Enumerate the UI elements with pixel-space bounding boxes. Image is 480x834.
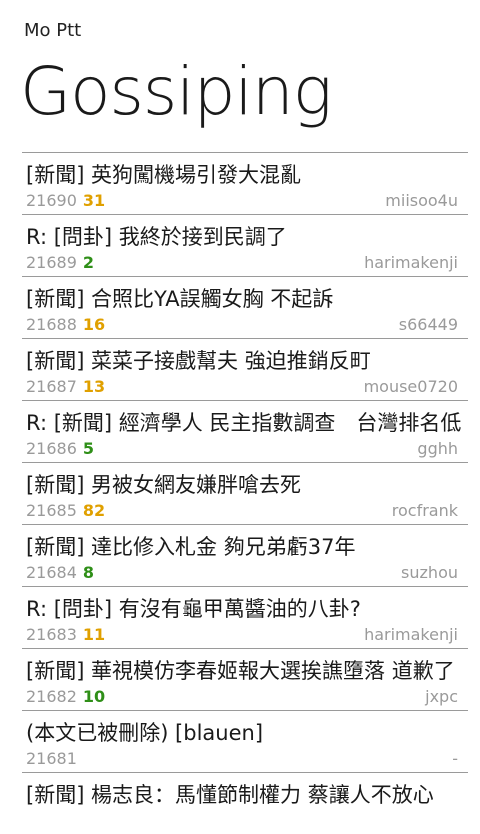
article-id: 21690 <box>26 191 77 210</box>
list-item[interactable]: R: [問卦] 我終於接到民調了 21689 2 harimakenji <box>22 214 468 276</box>
article-meta: 21686 5 <box>26 439 94 458</box>
list-item[interactable]: [新聞] 菜菜子接戲幫夫 強迫推銷反町 21687 13 mouse0720 <box>22 338 468 400</box>
push-count: 31 <box>82 191 106 210</box>
article-meta: 21682 10 <box>26 687 105 706</box>
push-count: 2 <box>82 253 95 272</box>
article-id: 21685 <box>26 501 77 520</box>
list-item[interactable]: R: [問卦] 有沒有龜甲萬醬油的八卦? 21683 11 harimakenji <box>22 586 468 648</box>
article-id: 21688 <box>26 315 77 334</box>
article-id: 21682 <box>26 687 77 706</box>
article-author: suzhou <box>401 563 458 582</box>
article-id: 21686 <box>26 439 77 458</box>
article-author: jxpc <box>425 687 458 706</box>
list-item[interactable]: R: [新聞] 經濟學人 民主指數調查 台灣排名低 21686 5 gghh <box>22 400 468 462</box>
article-id: 21683 <box>26 625 77 644</box>
push-count: 82 <box>82 501 106 520</box>
list-item[interactable]: (本文已被刪除) [blauen] 21681 - <box>22 710 468 772</box>
article-title: [新聞] 合照比YA誤觸女胸 不起訴 <box>26 287 334 311</box>
article-meta: 21685 82 <box>26 501 105 520</box>
push-count: 10 <box>82 687 106 706</box>
article-title: (本文已被刪除) [blauen] <box>26 721 264 745</box>
article-title: [新聞] 楊志良：馬懂節制權力 蔡讓人不放心 <box>26 783 434 807</box>
article-meta: 21684 8 <box>26 563 94 582</box>
article-meta: 21690 31 <box>26 191 105 210</box>
article-meta: 21688 16 <box>26 315 105 334</box>
list-item[interactable]: [新聞] 男被女網友嫌胖嗆去死 21685 82 rocfrank <box>22 462 468 524</box>
article-author: rocfrank <box>391 501 458 520</box>
article-title: R: [新聞] 經濟學人 民主指數調查 台灣排名低 <box>26 411 462 435</box>
list-item[interactable]: [新聞] 達比修入札金 夠兄弟虧37年 21684 8 suzhou <box>22 524 468 586</box>
article-id: 21689 <box>26 253 77 272</box>
article-title: [新聞] 達比修入札金 夠兄弟虧37年 <box>26 535 356 559</box>
article-title: [新聞] 華視模仿李春姬報大選挨譙墮落 道歉了 <box>26 659 455 683</box>
article-author: - <box>452 749 458 768</box>
article-author: gghh <box>417 439 458 458</box>
article-title: [新聞] 菜菜子接戲幫夫 強迫推銷反町 <box>26 349 371 373</box>
article-author: harimakenji <box>364 253 458 272</box>
article-id: 21687 <box>26 377 77 396</box>
article-author: mouse0720 <box>363 377 458 396</box>
article-title: [新聞] 英狗闖機場引發大混亂 <box>26 163 302 187</box>
list-item[interactable]: [新聞] 華視模仿李春姬報大選挨譙墮落 道歉了 21682 10 jxpc <box>22 648 468 710</box>
article-meta: 21683 11 <box>26 625 105 644</box>
article-title: R: [問卦] 我終於接到民調了 <box>26 225 287 249</box>
push-count: 16 <box>82 315 106 334</box>
push-count: 8 <box>82 563 95 582</box>
list-item[interactable]: [新聞] 英狗闖機場引發大混亂 21690 31 miisoo4u <box>22 152 468 214</box>
article-author: miisoo4u <box>385 191 458 210</box>
article-title: R: [問卦] 有沒有龜甲萬醬油的八卦? <box>26 597 361 621</box>
push-count: 5 <box>82 439 95 458</box>
article-id: 21684 <box>26 563 77 582</box>
article-list: [新聞] 英狗闖機場引發大混亂 21690 31 miisoo4u R: [問卦]… <box>22 152 468 834</box>
article-meta: 21681 <box>26 749 83 768</box>
article-id: 21681 <box>26 749 77 768</box>
article-meta: 21687 13 <box>26 377 105 396</box>
list-item[interactable]: [新聞] 合照比YA誤觸女胸 不起訴 21688 16 s66449 <box>22 276 468 338</box>
push-count: 13 <box>82 377 106 396</box>
list-item[interactable]: [新聞] 楊志良：馬懂節制權力 蔡讓人不放心 <box>22 772 468 834</box>
article-author: s66449 <box>398 315 458 334</box>
article-meta: 21689 2 <box>26 253 94 272</box>
app-name: Mo Ptt <box>24 20 82 41</box>
article-author: harimakenji <box>364 625 458 644</box>
push-count: 11 <box>82 625 106 644</box>
article-title: [新聞] 男被女網友嫌胖嗆去死 <box>26 473 302 497</box>
page-title: Gossiping <box>20 53 332 130</box>
